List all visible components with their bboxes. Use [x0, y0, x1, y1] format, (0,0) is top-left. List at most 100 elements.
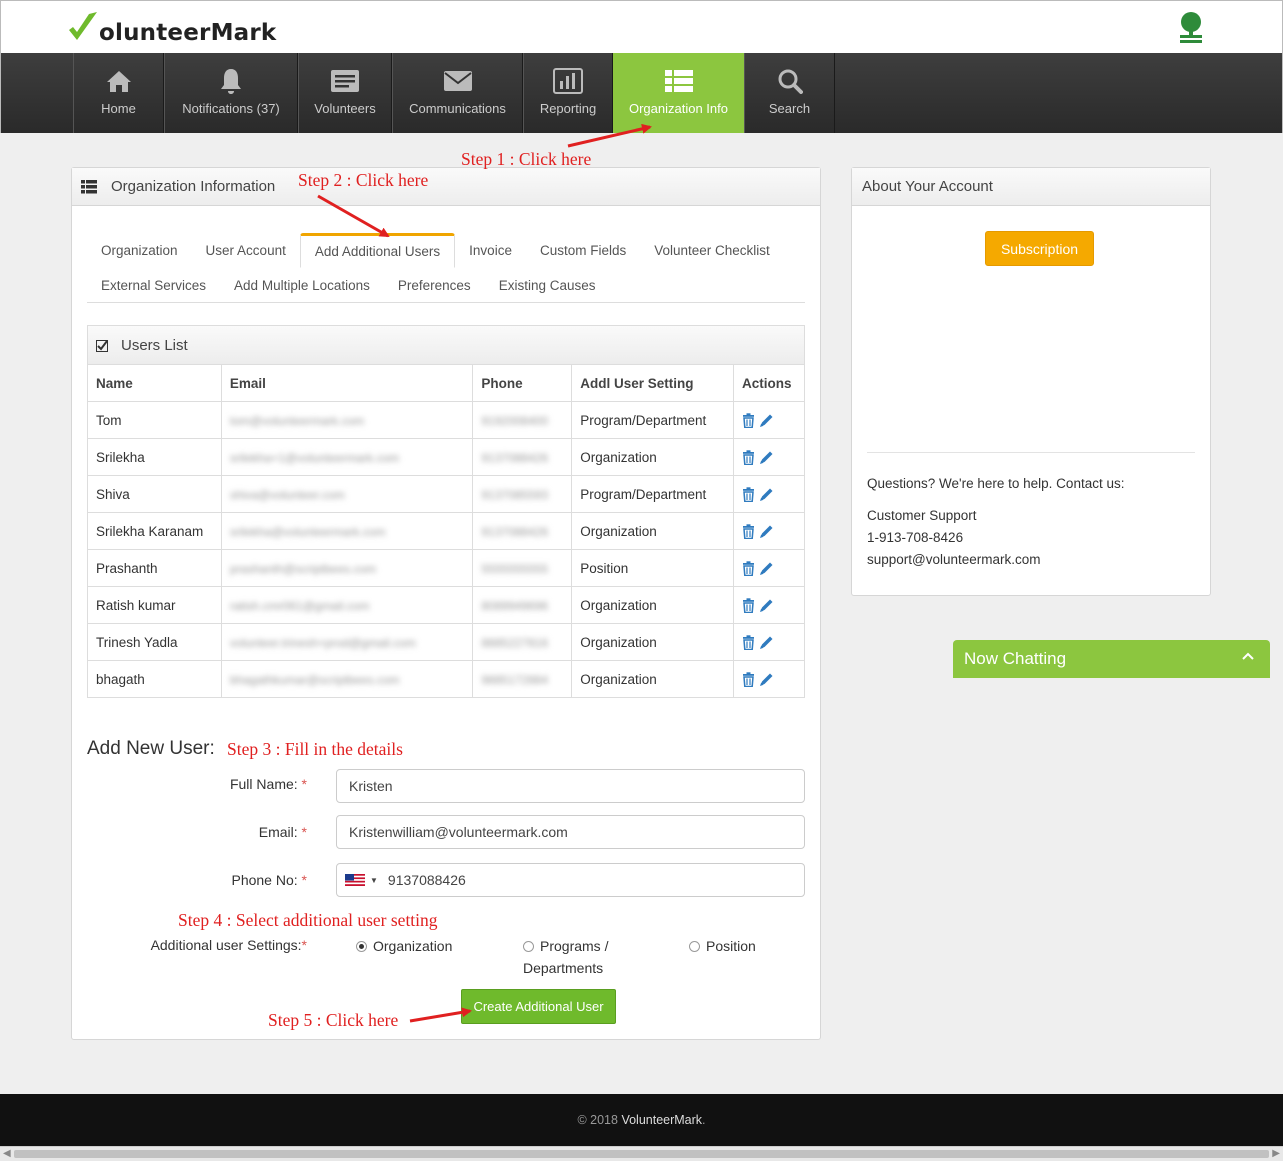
scrollbar-thumb[interactable] — [14, 1150, 1269, 1158]
tab-preferences[interactable]: Preferences — [384, 268, 485, 303]
user-actions — [733, 438, 805, 476]
phone-input[interactable]: ▼ 9137088426 — [336, 863, 805, 897]
tab-add-additional-users[interactable]: Add Additional Users — [299, 233, 456, 268]
user-phone-value: 8885227816 — [481, 635, 549, 650]
create-additional-user-button[interactable]: Create Additional User — [461, 989, 616, 1024]
radio-organization-label: Organization — [373, 938, 453, 954]
email-input[interactable]: Kristenwilliam@volunteermark.com — [336, 815, 805, 849]
pencil-icon[interactable] — [759, 487, 774, 502]
user-phone-value: 9137088426 — [481, 524, 549, 539]
scroll-right-icon[interactable]: ▶ — [1272, 1148, 1280, 1159]
trash-icon[interactable] — [742, 634, 755, 650]
trash-icon[interactable] — [742, 597, 755, 613]
users-table: Name Email Phone Addl User Setting Actio… — [87, 364, 805, 698]
subscription-button[interactable]: Subscription — [985, 231, 1094, 266]
tab-external-services[interactable]: External Services — [87, 268, 220, 303]
trash-icon[interactable] — [742, 560, 755, 576]
radio-programs-line1: Programs / — [540, 938, 609, 954]
tree-partner-logo-icon — [1180, 12, 1202, 43]
phone-label: Phone No: * — [167, 872, 307, 888]
us-flag-icon[interactable] — [345, 874, 365, 886]
radio-position-dot[interactable] — [689, 941, 700, 952]
scroll-left-icon[interactable]: ◀ — [3, 1148, 11, 1159]
user-name: Tom — [87, 401, 222, 439]
pencil-icon[interactable] — [759, 672, 774, 687]
support-email[interactable]: support@volunteermark.com — [867, 552, 1041, 567]
settings-label-text: Additional user Settings: — [150, 937, 302, 953]
tab-volunteer-checklist[interactable]: Volunteer Checklist — [640, 233, 784, 268]
user-email: shiva@volunteer.com — [220, 475, 474, 513]
footer-brand[interactable]: VolunteerMark — [621, 1113, 702, 1127]
nav-organization-info[interactable]: Organization Info — [613, 53, 744, 133]
user-email-value: shiva@volunteer.com — [229, 487, 345, 502]
pencil-icon[interactable] — [759, 598, 774, 613]
horizontal-scrollbar[interactable]: ◀ ▶ — [0, 1146, 1283, 1161]
radio-programs-departments-dot[interactable] — [523, 941, 534, 952]
trash-icon[interactable] — [742, 671, 755, 687]
pencil-icon[interactable] — [759, 635, 774, 650]
nav-reporting[interactable]: Reporting — [523, 53, 613, 133]
nav-notifications[interactable]: Notifications (37) — [164, 53, 298, 133]
home-icon — [106, 71, 131, 92]
radio-organization-dot[interactable] — [356, 941, 367, 952]
about-account-header: About Your Account — [852, 168, 1210, 206]
col-phone[interactable]: Phone — [472, 364, 573, 402]
user-setting: Program/Department — [571, 401, 734, 439]
nav-communications[interactable]: Communications — [392, 53, 523, 133]
chevron-up-icon[interactable] — [1242, 652, 1254, 660]
envelope-icon — [443, 71, 472, 91]
user-email: tom@volunteermark.com — [220, 401, 474, 439]
nav-search[interactable]: Search — [744, 53, 835, 133]
user-email-value: bhagathkumar@scriptbees.com — [229, 672, 400, 687]
full-name-input[interactable]: Kristen — [336, 769, 805, 803]
nav-home[interactable]: Home — [73, 53, 164, 133]
nav-notifications-label: Notifications (37) — [182, 101, 280, 116]
required-mark: * — [301, 776, 307, 792]
user-email-value: prashanth@scriptbees.com — [229, 561, 377, 576]
pencil-icon[interactable] — [759, 413, 774, 428]
table-row: bhagath bhagathkumar@scriptbees.com 988517… — [87, 660, 805, 698]
col-addl-user-setting[interactable]: Addl User Setting — [571, 364, 734, 402]
pencil-icon[interactable] — [759, 524, 774, 539]
user-setting: Organization — [571, 438, 734, 476]
radio-organization[interactable]: Organization — [356, 938, 452, 954]
radio-programs-line2: Departments — [523, 960, 604, 976]
user-name: Ratish kumar — [87, 586, 222, 624]
trash-icon[interactable] — [742, 486, 755, 502]
support-label: Customer Support — [867, 508, 977, 523]
tabs-row-1: Organization User Account Add Additional… — [87, 233, 805, 268]
nav-communications-label: Communications — [409, 101, 506, 116]
trash-icon[interactable] — [742, 523, 755, 539]
col-email[interactable]: Email — [220, 364, 474, 402]
trash-icon[interactable] — [742, 449, 755, 465]
tab-custom-fields[interactable]: Custom Fields — [526, 233, 640, 268]
col-name[interactable]: Name — [87, 364, 222, 402]
tab-invoice[interactable]: Invoice — [455, 233, 526, 268]
volunteermark-logo[interactable]: olunteerMark — [67, 10, 276, 46]
user-name: Shiva — [87, 475, 222, 513]
support-phone[interactable]: 1-913-708-8426 — [867, 530, 963, 545]
user-phone-value: 9137088426 — [481, 450, 549, 465]
tab-add-multiple-locations[interactable]: Add Multiple Locations — [220, 268, 384, 303]
tab-user-account[interactable]: User Account — [192, 233, 300, 268]
user-phone: 9137088426 — [472, 512, 573, 550]
nav-volunteers[interactable]: Volunteers — [298, 53, 392, 133]
email-label: Email: * — [167, 824, 307, 840]
user-setting: Position — [571, 549, 734, 587]
user-email: srilekha@volunteermark.com — [220, 512, 474, 550]
radio-position[interactable]: Position — [689, 938, 756, 954]
user-name: bhagath — [87, 660, 222, 698]
country-dropdown-caret-icon[interactable]: ▼ — [370, 876, 378, 885]
now-chatting-widget[interactable]: Now Chatting — [953, 640, 1270, 678]
trash-icon[interactable] — [742, 412, 755, 428]
annotation-step5: Step 5 : Click here — [268, 1010, 399, 1030]
pencil-icon[interactable] — [759, 450, 774, 465]
users-list-title: Users List — [121, 337, 188, 354]
pencil-icon[interactable] — [759, 561, 774, 576]
radio-programs-departments[interactable]: Programs / Departments — [523, 938, 608, 979]
tab-existing-causes[interactable]: Existing Causes — [485, 268, 610, 303]
footer: © 2018 VolunteerMark. — [0, 1094, 1283, 1146]
tab-organization[interactable]: Organization — [87, 233, 192, 268]
user-name: Srilekha — [87, 438, 222, 476]
email-label-text: Email: — [258, 824, 298, 840]
